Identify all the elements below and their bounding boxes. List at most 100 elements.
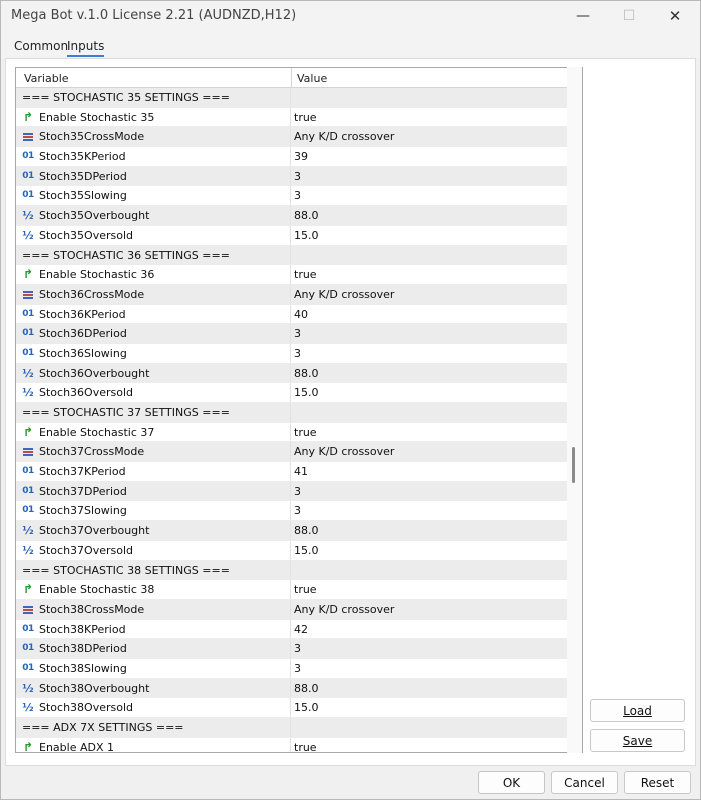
section-row[interactable]: === STOCHASTIC 38 SETTINGS === bbox=[16, 560, 568, 581]
variable-name: Enable Stochastic 35 bbox=[39, 110, 155, 124]
section-row[interactable]: === STOCHASTIC 35 SETTINGS === bbox=[16, 88, 568, 108]
value-cell[interactable]: 3 bbox=[294, 324, 301, 343]
value-cell[interactable]: 88.0 bbox=[294, 679, 319, 698]
value-cell[interactable]: 88.0 bbox=[294, 521, 319, 540]
table-row[interactable]: ½ Stoch38Overbought 88.0 bbox=[16, 678, 568, 699]
grid-header: Variable Value bbox=[16, 68, 568, 88]
header-value[interactable]: Value bbox=[297, 72, 327, 85]
dialog-window: Mega Bot v.1.0 License 2.21 (AUDNZD,H12)… bbox=[0, 0, 701, 800]
table-row[interactable]: Stoch37CrossMode Any K/D crossover bbox=[16, 442, 568, 463]
table-row[interactable]: 01 Stoch36Slowing 3 bbox=[16, 343, 568, 364]
table-row[interactable]: ½ Stoch38Oversold 15.0 bbox=[16, 698, 568, 718]
value-cell[interactable]: 88.0 bbox=[294, 364, 319, 383]
value-cell[interactable]: 41 bbox=[294, 462, 308, 481]
table-row[interactable]: ↱ Enable Stochastic 36 true bbox=[16, 265, 568, 285]
variable-cell: Stoch38CrossMode bbox=[16, 599, 291, 619]
table-row[interactable]: 01 Stoch37Slowing 3 bbox=[16, 501, 568, 522]
double-icon: ½ bbox=[22, 386, 34, 400]
value-cell[interactable]: 39 bbox=[294, 147, 308, 166]
section-row[interactable]: === STOCHASTIC 37 SETTINGS === bbox=[16, 403, 568, 423]
variable-cell: ½ Stoch36Overbought bbox=[16, 363, 291, 383]
table-row[interactable]: 01 Stoch35DPeriod 3 bbox=[16, 166, 568, 187]
table-row[interactable]: ½ Stoch35Oversold 15.0 bbox=[16, 225, 568, 246]
ok-button[interactable]: OK bbox=[478, 771, 545, 794]
value-cell[interactable]: true bbox=[294, 108, 317, 127]
value-cell[interactable]: 15.0 bbox=[294, 383, 319, 402]
table-row[interactable]: ½ Stoch35Overbought 88.0 bbox=[16, 206, 568, 226]
variable-cell: === ADX 7X SETTINGS === bbox=[16, 718, 291, 737]
integer-icon: 01 bbox=[22, 308, 34, 319]
table-row[interactable]: ½ Stoch37Oversold 15.0 bbox=[16, 540, 568, 561]
scrollbar-thumb[interactable] bbox=[572, 447, 575, 483]
table-row[interactable]: 01 Stoch37KPeriod 41 bbox=[16, 462, 568, 482]
tab-inputs[interactable]: Inputs bbox=[67, 39, 105, 57]
value-cell[interactable]: 3 bbox=[294, 344, 301, 363]
value-cell[interactable]: Any K/D crossover bbox=[294, 600, 394, 619]
table-row[interactable]: ↱ Enable Stochastic 38 true bbox=[16, 580, 568, 600]
value-cell[interactable]: 40 bbox=[294, 305, 308, 324]
table-row[interactable]: 01 Stoch38Slowing 3 bbox=[16, 658, 568, 679]
value-cell[interactable]: 3 bbox=[294, 639, 301, 658]
table-row[interactable]: 01 Stoch38DPeriod 3 bbox=[16, 639, 568, 659]
variable-name: Stoch37CrossMode bbox=[39, 445, 145, 459]
value-cell[interactable]: true bbox=[294, 738, 317, 752]
table-row[interactable]: 01 Stoch35Slowing 3 bbox=[16, 186, 568, 207]
value-cell[interactable]: true bbox=[294, 580, 317, 599]
value-cell[interactable]: 42 bbox=[294, 620, 308, 639]
value-cell[interactable]: 88.0 bbox=[294, 206, 319, 225]
table-row[interactable]: Stoch38CrossMode Any K/D crossover bbox=[16, 599, 568, 620]
table-row[interactable]: ½ Stoch36Oversold 15.0 bbox=[16, 383, 568, 403]
table-row[interactable]: ↱ Enable Stochastic 35 true bbox=[16, 107, 568, 128]
close-button[interactable]: ✕ bbox=[652, 1, 698, 31]
save-button[interactable]: Save bbox=[590, 729, 685, 752]
value-cell[interactable]: 15.0 bbox=[294, 541, 319, 560]
header-variable[interactable]: Variable bbox=[24, 72, 69, 85]
value-cell[interactable]: Any K/D crossover bbox=[294, 127, 394, 146]
value-cell[interactable]: true bbox=[294, 265, 317, 284]
value-cell[interactable]: Any K/D crossover bbox=[294, 285, 394, 304]
section-row[interactable]: === STOCHASTIC 36 SETTINGS === bbox=[16, 245, 568, 266]
table-row[interactable]: ↱ Enable Stochastic 37 true bbox=[16, 422, 568, 443]
load-button[interactable]: Load bbox=[590, 699, 685, 722]
variable-name: Stoch37DPeriod bbox=[39, 484, 127, 498]
value-cell[interactable]: 3 bbox=[294, 659, 301, 678]
table-row[interactable]: ½ Stoch36Overbought 88.0 bbox=[16, 363, 568, 384]
section-row[interactable]: === ADX 7X SETTINGS === bbox=[16, 718, 568, 738]
window-title: Mega Bot v.1.0 License 2.21 (AUDNZD,H12) bbox=[11, 8, 297, 23]
value-cell[interactable]: 15.0 bbox=[294, 226, 319, 245]
value-cell[interactable]: 3 bbox=[294, 167, 301, 186]
bool-arrow-icon: ↱ bbox=[22, 424, 34, 439]
value-cell[interactable]: true bbox=[294, 423, 317, 442]
maximize-button[interactable]: ☐ bbox=[606, 1, 652, 31]
minimize-button[interactable]: — bbox=[560, 1, 606, 31]
variable-name: Stoch38Oversold bbox=[39, 701, 133, 715]
variable-name: Stoch38Slowing bbox=[39, 661, 127, 675]
integer-icon: 01 bbox=[22, 170, 34, 181]
table-row[interactable]: 01 Stoch37DPeriod 3 bbox=[16, 481, 568, 502]
table-row[interactable]: Stoch36CrossMode Any K/D crossover bbox=[16, 284, 568, 305]
variable-cell: 01 Stoch35KPeriod bbox=[16, 147, 291, 166]
table-row[interactable]: ↱ Enable ADX 1 true bbox=[16, 737, 568, 752]
table-row[interactable]: ½ Stoch37Overbought 88.0 bbox=[16, 521, 568, 541]
reset-button[interactable]: Reset bbox=[624, 771, 691, 794]
double-icon: ½ bbox=[22, 209, 34, 223]
variable-name: Stoch36CrossMode bbox=[39, 287, 145, 301]
value-cell[interactable]: 3 bbox=[294, 482, 301, 501]
cancel-button[interactable]: Cancel bbox=[551, 771, 618, 794]
integer-icon: 01 bbox=[22, 623, 34, 634]
variable-cell: 01 Stoch35DPeriod bbox=[16, 166, 291, 186]
integer-icon: 01 bbox=[22, 505, 34, 516]
table-row[interactable]: 01 Stoch35KPeriod 39 bbox=[16, 147, 568, 167]
value-cell[interactable]: 3 bbox=[294, 501, 301, 520]
value-cell[interactable]: 15.0 bbox=[294, 698, 319, 717]
table-row[interactable]: 01 Stoch36DPeriod 3 bbox=[16, 324, 568, 344]
table-row[interactable]: 01 Stoch38KPeriod 42 bbox=[16, 619, 568, 640]
value-cell[interactable]: 3 bbox=[294, 186, 301, 205]
variable-name: Stoch35CrossMode bbox=[39, 130, 145, 144]
tab-common[interactable]: Common bbox=[14, 39, 68, 53]
title-bar[interactable]: Mega Bot v.1.0 License 2.21 (AUDNZD,H12)… bbox=[1, 1, 700, 31]
table-row[interactable]: Stoch35CrossMode Any K/D crossover bbox=[16, 127, 568, 148]
table-row[interactable]: 01 Stoch36KPeriod 40 bbox=[16, 304, 568, 325]
value-cell[interactable]: Any K/D crossover bbox=[294, 442, 394, 461]
vertical-scrollbar[interactable] bbox=[567, 67, 582, 753]
